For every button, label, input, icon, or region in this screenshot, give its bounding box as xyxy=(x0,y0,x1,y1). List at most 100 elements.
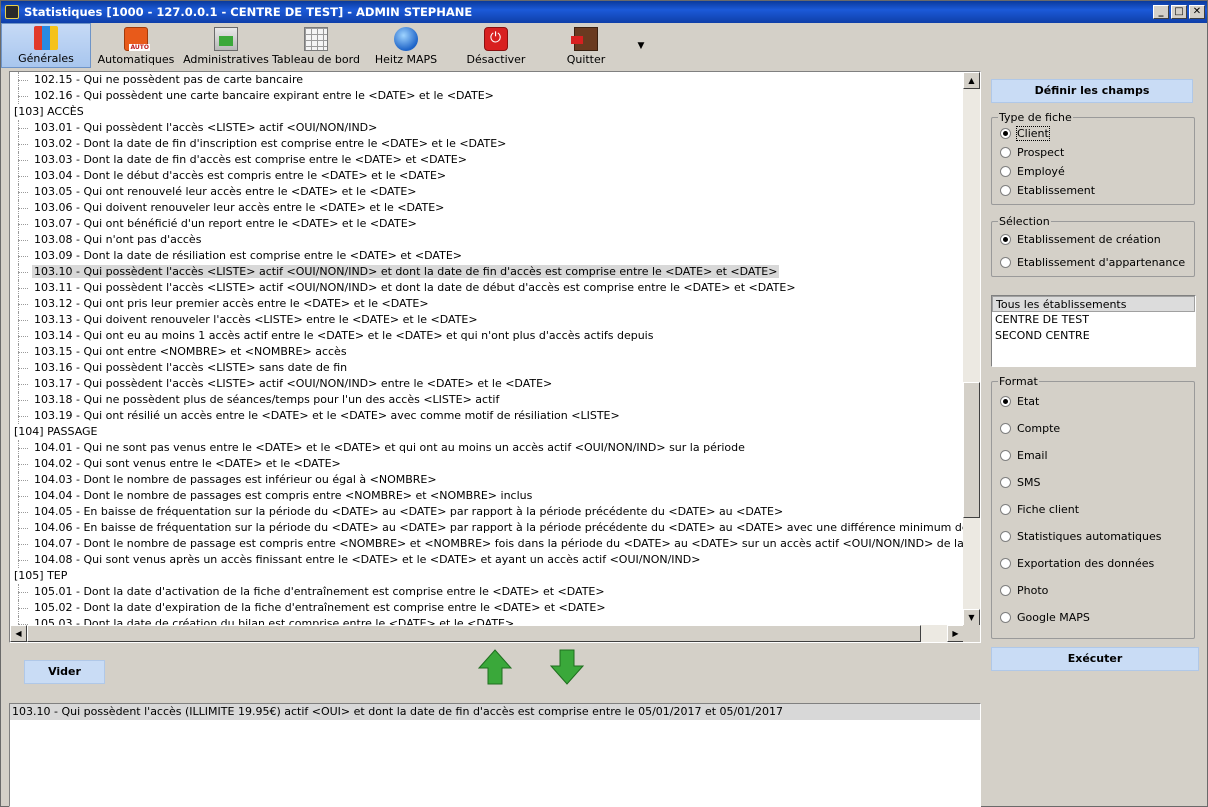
tree-criterion-item[interactable]: 103.15 - Qui ont entre <NOMBRE> et <NOMB… xyxy=(10,344,964,360)
tree-criterion-item[interactable]: 104.04 - Dont le nombre de passages est … xyxy=(10,488,964,504)
scroll-right-arrow-icon[interactable]: ▶ xyxy=(947,625,964,642)
tree-criterion-item[interactable]: 103.07 - Qui ont bénéficié d'un report e… xyxy=(10,216,964,232)
format-group: Format Etat Compte Email SMS Fiche clien… xyxy=(991,375,1195,639)
tree-group-node[interactable]: [104] PASSAGE xyxy=(10,424,964,440)
tree-criterion-item[interactable]: 103.04 - Dont le début d'accès est compr… xyxy=(10,168,964,184)
general-stats-icon xyxy=(34,26,58,50)
tree-criterion-item[interactable]: 103.14 - Qui ont eu au moins 1 accès act… xyxy=(10,328,964,344)
tree-criterion-item[interactable]: 103.01 - Qui possèdent l'accès <LISTE> a… xyxy=(10,120,964,136)
selected-criteria-item[interactable]: 103.10 - Qui possèdent l'accès (ILLIMITE… xyxy=(10,704,980,720)
tree-criterion-item[interactable]: 102.15 - Qui ne possèdent pas de carte b… xyxy=(10,72,964,88)
title-bar[interactable]: Statistiques [1000 - 127.0.0.1 - CENTRE … xyxy=(1,1,1207,23)
etablissements-all-item[interactable]: Tous les établissements xyxy=(992,296,1195,312)
radio-checked-icon xyxy=(1000,396,1011,407)
radio-unchecked-icon xyxy=(1000,477,1011,488)
tree-criterion-item[interactable]: 103.03 - Dont la date de fin d'accès est… xyxy=(10,152,964,168)
tree-item-label: 103.19 - Qui ont résilié un accès entre … xyxy=(34,409,620,422)
toolbar-desactiver-button[interactable]: Désactiver xyxy=(451,23,541,68)
type-fiche-prospect-radio[interactable]: Prospect xyxy=(992,143,1194,162)
toolbar-label: Quitter xyxy=(566,53,606,66)
scroll-down-arrow-icon[interactable]: ▼ xyxy=(963,609,980,626)
tree-criterion-item[interactable]: 104.01 - Qui ne sont pas venus entre le … xyxy=(10,440,964,456)
tree-criterion-item[interactable]: 104.05 - En baisse de fréquentation sur … xyxy=(10,504,964,520)
move-down-arrow-icon[interactable] xyxy=(549,648,585,686)
type-fiche-employe-radio[interactable]: Employé xyxy=(992,162,1194,181)
tree-criterion-item[interactable]: 103.12 - Qui ont pris leur premier accès… xyxy=(10,296,964,312)
tree-item-label: 103.09 - Dont la date de résiliation est… xyxy=(34,249,462,262)
etablissements-listbox[interactable]: Tous les établissements CENTRE DE TEST S… xyxy=(991,295,1196,367)
definir-champs-button[interactable]: Définir les champs xyxy=(991,79,1193,103)
tree-criterion-item[interactable]: 103.13 - Qui doivent renouveler l'accès … xyxy=(10,312,964,328)
tree-group-node[interactable]: [103] ACCÈS xyxy=(10,104,964,120)
format-statistiques-automatiques-radio[interactable]: Statistiques automatiques xyxy=(992,523,1194,550)
tree-item-label: [103] ACCÈS xyxy=(14,105,84,118)
type-fiche-client-radio[interactable]: Client xyxy=(992,124,1194,143)
scroll-corner xyxy=(963,625,980,642)
close-button[interactable]: ✕ xyxy=(1189,5,1205,19)
tree-item-label: 103.16 - Qui possèdent l'accès <LISTE> s… xyxy=(34,361,348,374)
dashboard-icon xyxy=(304,27,328,51)
move-up-arrow-icon[interactable] xyxy=(477,648,513,686)
tree-item-label: 104.06 - En baisse de fréquentation sur … xyxy=(34,521,964,534)
tree-criterion-item[interactable]: 103.18 - Qui ne possèdent plus de séance… xyxy=(10,392,964,408)
format-google-maps-radio[interactable]: Google MAPS xyxy=(992,604,1194,631)
tree-criterion-item[interactable]: 105.02 - Dont la date d'expiration de la… xyxy=(10,600,964,616)
tree-criterion-item[interactable]: 103.09 - Dont la date de résiliation est… xyxy=(10,248,964,264)
hscroll-thumb[interactable] xyxy=(27,625,921,642)
type-fiche-etablissement-radio[interactable]: Etablissement xyxy=(992,181,1194,200)
format-legend: Format xyxy=(999,375,1038,388)
format-etat-radio[interactable]: Etat xyxy=(992,388,1194,415)
format-email-radio[interactable]: Email xyxy=(992,442,1194,469)
toolbar-more-chevron-icon[interactable]: ▼ xyxy=(631,23,651,68)
vider-button[interactable]: Vider xyxy=(24,660,105,684)
toolbar-label: Tableau de bord xyxy=(272,53,360,66)
toolbar-administratives-button[interactable]: Administratives xyxy=(181,23,271,68)
format-compte-radio[interactable]: Compte xyxy=(992,415,1194,442)
horizontal-scrollbar[interactable]: ◀ ▶ xyxy=(10,625,964,642)
toolbar-quitter-button[interactable]: Quitter xyxy=(541,23,631,68)
criteria-tree[interactable]: 102.15 - Qui ne possèdent pas de carte b… xyxy=(9,71,981,643)
tree-item-label: 105.02 - Dont la date d'expiration de la… xyxy=(34,601,606,614)
scroll-thumb[interactable] xyxy=(963,382,980,518)
tree-criterion-item[interactable]: 103.06 - Qui doivent renouveler leur acc… xyxy=(10,200,964,216)
tree-criterion-item[interactable]: 104.08 - Qui sont venus après un accès f… xyxy=(10,552,964,568)
tree-criterion-item[interactable]: 103.17 - Qui possèdent l'accès <LISTE> a… xyxy=(10,376,964,392)
tree-criterion-item[interactable]: 104.06 - En baisse de fréquentation sur … xyxy=(10,520,964,536)
toolbar-generales-button[interactable]: Générales xyxy=(1,23,91,68)
format-photo-radio[interactable]: Photo xyxy=(992,577,1194,604)
maximize-button[interactable]: □ xyxy=(1171,5,1187,19)
format-fiche-client-radio[interactable]: Fiche client xyxy=(992,496,1194,523)
tree-item-label: 103.13 - Qui doivent renouveler l'accès … xyxy=(34,313,478,326)
selection-appartenance-radio[interactable]: Etablissement d'appartenance xyxy=(992,251,1194,274)
tree-criterion-item[interactable]: 105.01 - Dont la date d'activation de la… xyxy=(10,584,964,600)
tree-criterion-item[interactable]: 104.07 - Dont le nombre de passage est c… xyxy=(10,536,964,552)
format-sms-radio[interactable]: SMS xyxy=(992,469,1194,496)
scroll-up-arrow-icon[interactable]: ▲ xyxy=(963,72,980,89)
tree-criterion-item[interactable]: 103.05 - Qui ont renouvelé leur accès en… xyxy=(10,184,964,200)
type-fiche-group: Type de fiche Client Prospect Employé Et… xyxy=(991,111,1195,205)
tree-criterion-item[interactable]: 103.02 - Dont la date de fin d'inscripti… xyxy=(10,136,964,152)
selection-creation-radio[interactable]: Etablissement de création xyxy=(992,228,1194,251)
executer-button[interactable]: Exécuter xyxy=(991,647,1199,671)
tree-criterion-item[interactable]: 103.11 - Qui possèdent l'accès <LISTE> a… xyxy=(10,280,964,296)
tree-criterion-item[interactable]: 103.19 - Qui ont résilié un accès entre … xyxy=(10,408,964,424)
toolbar-tableau-de-bord-button[interactable]: Tableau de bord xyxy=(271,23,361,68)
scroll-left-arrow-icon[interactable]: ◀ xyxy=(10,625,27,642)
tree-item-label: 104.01 - Qui ne sont pas venus entre le … xyxy=(34,441,745,454)
tree-criterion-item[interactable]: 104.03 - Dont le nombre de passages est … xyxy=(10,472,964,488)
tree-criterion-item[interactable]: 103.08 - Qui n'ont pas d'accès xyxy=(10,232,964,248)
etablissement-item[interactable]: SECOND CENTRE xyxy=(992,328,1195,344)
tree-criterion-item[interactable]: 104.02 - Qui sont venus entre le <DATE> … xyxy=(10,456,964,472)
tree-criterion-item[interactable]: 103.10 - Qui possèdent l'accès <LISTE> a… xyxy=(10,264,964,280)
tree-group-node[interactable]: [105] TEP xyxy=(10,568,964,584)
tree-criterion-item[interactable]: 102.16 - Qui possèdent une carte bancair… xyxy=(10,88,964,104)
etablissement-item[interactable]: CENTRE DE TEST xyxy=(992,312,1195,328)
toolbar-heitz-maps-button[interactable]: Heitz MAPS xyxy=(361,23,451,68)
selected-criteria-list[interactable]: 103.10 - Qui possèdent l'accès (ILLIMITE… xyxy=(9,703,981,807)
minimize-button[interactable]: _ xyxy=(1153,5,1169,19)
hscroll-track[interactable] xyxy=(921,625,947,642)
vertical-scrollbar[interactable]: ▲ ▼ xyxy=(963,72,980,626)
format-exportation-donnees-radio[interactable]: Exportation des données xyxy=(992,550,1194,577)
tree-criterion-item[interactable]: 103.16 - Qui possèdent l'accès <LISTE> s… xyxy=(10,360,964,376)
toolbar-automatiques-button[interactable]: Automatiques xyxy=(91,23,181,68)
